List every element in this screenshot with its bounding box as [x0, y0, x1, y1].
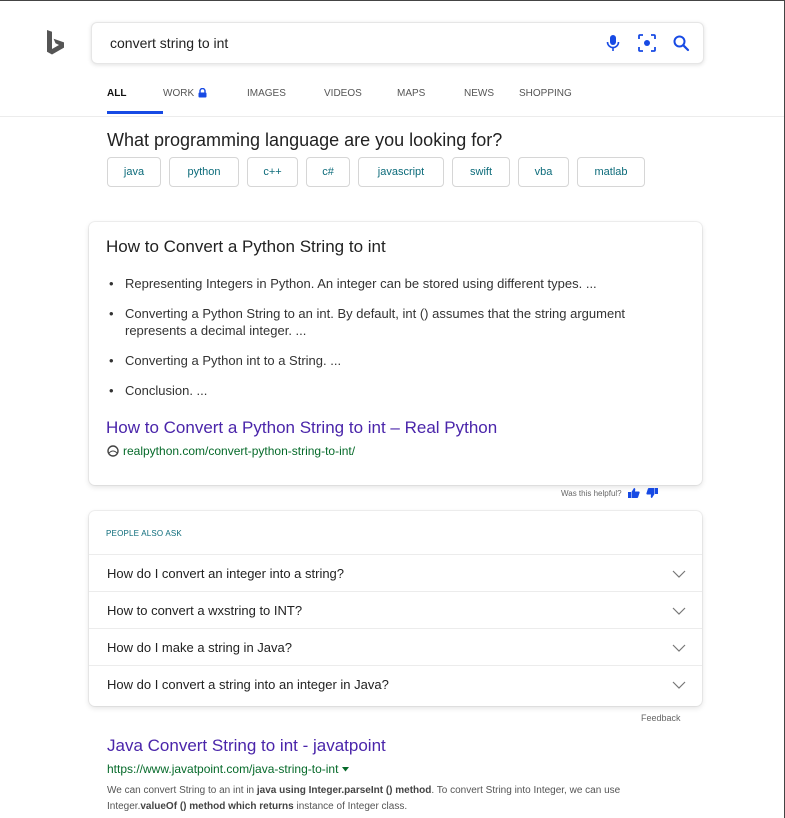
tabs-divider: [0, 116, 784, 117]
helpful-label: Was this helpful?: [561, 488, 622, 498]
search-box[interactable]: convert string to int: [91, 22, 704, 64]
answer-source-link[interactable]: How to Convert a Python String to int – …: [106, 418, 497, 438]
paa-question-row[interactable]: How to convert a wxstring to INT?: [89, 591, 702, 628]
bing-logo-icon[interactable]: [45, 30, 69, 56]
chevron-down-icon: [672, 570, 686, 578]
paa-question-row[interactable]: How do I convert a string into an intege…: [89, 665, 702, 702]
answer-url-text: realpython.com/convert-python-string-to-…: [123, 444, 356, 458]
chip-javascript[interactable]: javascript: [358, 157, 444, 187]
tab-videos[interactable]: VIDEOS: [324, 88, 397, 110]
paa-question: How do I convert an integer into a strin…: [107, 566, 345, 581]
visual-search-icon[interactable]: [637, 33, 657, 53]
list-item: Converting a Python String to an int. By…: [107, 305, 687, 339]
tab-maps[interactable]: MAPS: [397, 88, 464, 110]
snippet-text-bold: java using Integer.parseInt () method: [256, 785, 432, 796]
search-input[interactable]: convert string to int: [110, 35, 228, 51]
snippet-text: We can convert String to an int in: [107, 785, 257, 796]
paa-question-row[interactable]: How do I make a string in Java?: [89, 628, 702, 665]
result-url-text: https://www.javatpoint.com/java-string-t…: [107, 762, 339, 776]
paa-question-row[interactable]: How do I convert an integer into a strin…: [89, 554, 702, 591]
paa-question: How do I convert a string into an intege…: [107, 677, 389, 692]
search-icon[interactable]: [671, 33, 691, 53]
helpful-feedback: Was this helpful?: [561, 488, 658, 498]
search-tabs: ALL WORK IMAGES VIDEOS MAPS NEWS SHOPPIN…: [107, 88, 589, 114]
language-question: What programming language are you lookin…: [107, 130, 503, 150]
chip-python[interactable]: python: [169, 157, 239, 187]
people-also-ask-card: PEOPLE ALSO ASK How do I convert an inte…: [89, 511, 702, 706]
language-chips: java python c++ c# javascript swift vba …: [107, 157, 645, 187]
microphone-icon[interactable]: [603, 33, 623, 53]
tab-all[interactable]: ALL: [107, 88, 163, 114]
chip-cpp[interactable]: c++: [247, 157, 298, 187]
answer-source-url[interactable]: realpython.com/convert-python-string-to-…: [107, 444, 355, 458]
chevron-down-icon: [672, 607, 686, 615]
snippet-text: instance of Integer class.: [293, 801, 408, 812]
chip-swift[interactable]: swift: [452, 157, 510, 187]
tab-work[interactable]: WORK: [163, 88, 247, 110]
globe-icon: [107, 445, 119, 457]
result-snippet: We can convert String to an int in java …: [107, 783, 692, 815]
tab-images[interactable]: IMAGES: [247, 88, 324, 110]
caret-down-icon[interactable]: [342, 766, 350, 772]
snippet-text-bold: valueOf () method which returns: [140, 801, 294, 812]
lock-icon: [198, 88, 207, 98]
chip-vba[interactable]: vba: [518, 157, 569, 187]
list-item: Converting a Python int to a String. ...: [107, 352, 687, 369]
thumbs-up-icon[interactable]: [627, 488, 640, 498]
chevron-down-icon: [672, 681, 686, 689]
paa-question: How to convert a wxstring to INT?: [107, 603, 303, 618]
window-border-top: [0, 0, 785, 1]
tab-news[interactable]: NEWS: [464, 88, 519, 110]
result-url[interactable]: https://www.javatpoint.com/java-string-t…: [107, 762, 350, 776]
chip-csharp[interactable]: c#: [306, 157, 350, 187]
chip-matlab[interactable]: matlab: [577, 157, 645, 187]
thumbs-down-icon[interactable]: [645, 488, 658, 498]
list-item: Representing Integers in Python. An inte…: [107, 275, 687, 292]
tab-shopping[interactable]: SHOPPING: [519, 88, 589, 110]
people-also-ask-heading: PEOPLE ALSO ASK: [106, 529, 182, 538]
chip-java[interactable]: java: [107, 157, 161, 187]
paa-question: How do I make a string in Java?: [107, 640, 292, 655]
feedback-link[interactable]: Feedback: [641, 713, 681, 723]
chevron-down-icon: [672, 644, 686, 652]
result-title-link[interactable]: Java Convert String to int - javatpoint: [107, 736, 386, 756]
answer-bullet-list: Representing Integers in Python. An inte…: [107, 275, 687, 412]
list-item: Conclusion. ...: [107, 382, 687, 399]
answer-title: How to Convert a Python String to int: [106, 237, 386, 256]
answer-card: How to Convert a Python String to int Re…: [89, 222, 702, 485]
